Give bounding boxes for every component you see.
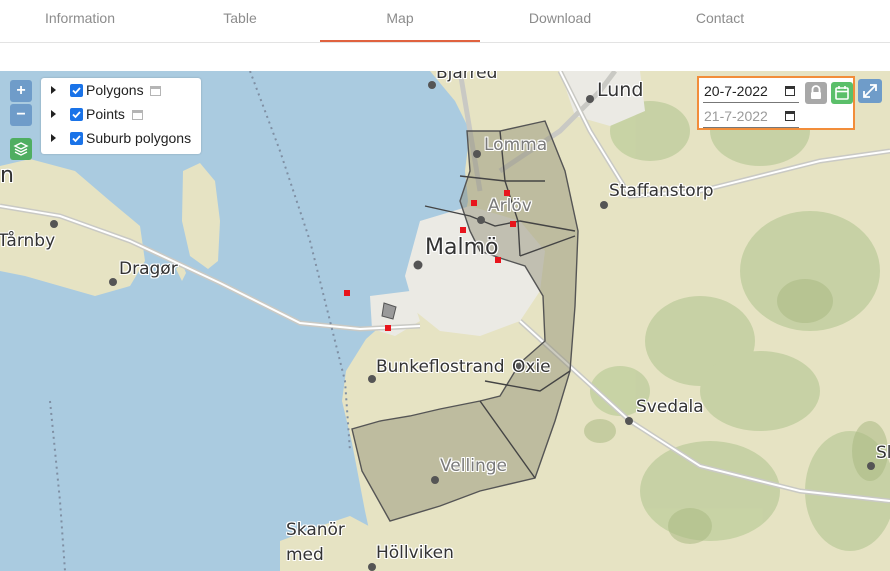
place-label: Arlöv (488, 196, 532, 216)
tab-table[interactable]: Table (160, 0, 320, 41)
place-label: Skanör (286, 520, 345, 540)
tab-bar: Information Table Map Download Contact (0, 0, 890, 43)
place-label: Staffanstorp (609, 181, 714, 201)
legend-label: Suburb polygons (86, 130, 192, 146)
date-from-value: 20-7-2022 (704, 83, 768, 99)
tab-download[interactable]: Download (480, 0, 640, 41)
layer-legend: Polygons Points Suburb polygons (41, 78, 201, 154)
legend-label: Points (86, 106, 125, 122)
calendar-icon[interactable] (785, 111, 795, 121)
calendar-button[interactable] (831, 82, 853, 104)
expand-arrow-icon[interactable] (51, 134, 56, 142)
calendar-icon[interactable] (132, 110, 143, 120)
tab-contact[interactable]: Contact (640, 0, 800, 41)
place-label: n (0, 163, 14, 188)
place-label: Bunkeflostrand (376, 357, 505, 377)
fullscreen-button[interactable] (858, 79, 882, 103)
place-label: Lund (597, 79, 644, 101)
suburb-polygons-checkbox[interactable] (70, 132, 83, 145)
calendar-icon (835, 86, 849, 100)
legend-item-points[interactable]: Points (41, 104, 201, 126)
place-label: Oxie (512, 357, 551, 377)
legend-item-polygons[interactable]: Polygons (41, 80, 201, 102)
calendar-icon[interactable] (150, 86, 161, 96)
calendar-icon[interactable] (785, 86, 795, 96)
place-label: Tårnby (0, 231, 56, 251)
points-checkbox[interactable] (70, 108, 83, 121)
place-label: Bjarred (436, 71, 498, 83)
tab-information[interactable]: Information (0, 0, 160, 41)
polygons-checkbox[interactable] (70, 84, 83, 97)
place-label: Höllviken (376, 543, 454, 563)
date-to-input[interactable]: 21-7-2022 (703, 105, 799, 128)
legend-item-suburb-polygons[interactable]: Suburb polygons (41, 128, 201, 150)
check-icon (72, 87, 81, 95)
expand-arrow-icon[interactable] (51, 86, 56, 94)
check-icon (72, 111, 81, 119)
place-label: Vellinge (440, 456, 507, 476)
check-icon (72, 135, 81, 143)
layers-icon (13, 142, 29, 156)
date-filter-panel: 20-7-2022 21-7-2022 (697, 76, 855, 130)
place-label: Svedala (636, 397, 704, 417)
lock-icon (811, 85, 821, 99)
place-label: med (286, 545, 324, 565)
tab-map[interactable]: Map (320, 0, 480, 42)
expand-arrow-icon[interactable] (51, 110, 56, 118)
layers-button[interactable] (10, 138, 32, 160)
place-label: Sl (876, 443, 890, 463)
map-view[interactable]: Bjarred Lund Lomma Staffanstorp Arlöv Ma… (0, 71, 890, 571)
place-label: Lomma (484, 135, 548, 155)
date-from-input[interactable]: 20-7-2022 (703, 80, 799, 103)
zoom-in-button[interactable]: + (10, 80, 32, 102)
date-to-placeholder: 21-7-2022 (704, 108, 768, 124)
legend-label: Polygons (86, 82, 144, 98)
place-label: Dragør (119, 259, 178, 279)
expand-icon (863, 84, 877, 98)
zoom-out-button[interactable]: − (10, 104, 32, 126)
place-label: Malmö (425, 235, 499, 260)
lock-button[interactable] (805, 82, 827, 104)
